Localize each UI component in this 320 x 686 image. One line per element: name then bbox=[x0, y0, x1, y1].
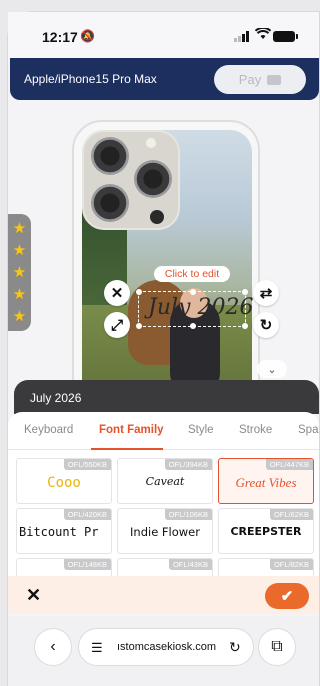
camera-lens bbox=[134, 160, 172, 198]
pay-button[interactable]: Pay bbox=[214, 65, 306, 94]
text-editor-sheet: Keyboard Font Family Style Stroke Spa OF… bbox=[8, 412, 319, 604]
font-sample: Cooo bbox=[47, 475, 81, 491]
browser-toolbar: ‹ ☰ ıstomcasekiosk.com ↻ ⧉ bbox=[8, 616, 319, 686]
cancel-button[interactable]: ✕ bbox=[26, 585, 41, 606]
star-icon: ★ bbox=[12, 242, 27, 260]
font-license: OFL/106KB bbox=[164, 509, 212, 520]
camera-module bbox=[82, 130, 180, 230]
menu-icon[interactable]: ☰ bbox=[91, 640, 103, 656]
wifi-icon bbox=[255, 28, 271, 39]
star-icon: ★ bbox=[12, 220, 27, 238]
text-editor-tabs: Keyboard Font Family Style Stroke Spa bbox=[8, 412, 319, 450]
tab-keyboard[interactable]: Keyboard bbox=[24, 424, 73, 436]
tab-stroke[interactable]: Stroke bbox=[239, 424, 272, 436]
signal-icon bbox=[234, 31, 249, 42]
tab-spacing[interactable]: Spa bbox=[298, 424, 318, 436]
status-bar: 12:17 🔕 bbox=[8, 12, 319, 58]
tab-font-family[interactable]: Font Family bbox=[99, 424, 164, 436]
font-license: OFL/62KB bbox=[269, 509, 313, 520]
rating-side-tab[interactable]: ★ ★ ★ ★ ★ bbox=[8, 214, 31, 331]
click-to-edit-tooltip[interactable]: Click to edit bbox=[154, 266, 230, 282]
collapse-panel-button[interactable]: ⌄ bbox=[257, 360, 287, 378]
rotate-text-button[interactable]: ↻ bbox=[253, 312, 279, 338]
url-text: ıstomcasekiosk.com bbox=[117, 641, 217, 653]
font-option[interactable]: OFL/394KB Caveat bbox=[117, 458, 213, 504]
tab-style[interactable]: Style bbox=[188, 424, 214, 436]
camera-lens bbox=[91, 184, 129, 222]
font-option[interactable]: OFL/420KB Bitcount Pr bbox=[16, 508, 112, 554]
font-option[interactable]: OFL/62KB CREEPSTER bbox=[218, 508, 314, 554]
app-header: Apple/iPhone15 Pro Max Pay bbox=[10, 58, 319, 100]
wallet-icon bbox=[267, 74, 282, 85]
font-license: OFL/43KB bbox=[168, 559, 212, 570]
current-text-bar: July 2026 bbox=[14, 380, 319, 414]
selection-handle[interactable] bbox=[190, 323, 196, 329]
delete-text-button[interactable]: ✕ bbox=[104, 280, 130, 306]
pay-label: Pay bbox=[238, 72, 262, 87]
font-option[interactable]: OFL/106KB Indie Flower bbox=[117, 508, 213, 554]
address-bar[interactable]: ☰ ıstomcasekiosk.com ↻ bbox=[78, 628, 254, 666]
back-button[interactable]: ‹ bbox=[34, 628, 72, 666]
active-tab-indicator bbox=[91, 448, 163, 450]
close-icon: ✕ bbox=[26, 585, 42, 605]
camera-flash bbox=[146, 138, 156, 148]
battery-icon bbox=[273, 31, 298, 42]
font-license: OFL/420KB bbox=[63, 509, 111, 520]
check-icon: ✔ bbox=[280, 588, 294, 605]
font-license: OFL/148KB bbox=[63, 559, 111, 570]
font-sample: CREEPSTER bbox=[230, 525, 302, 538]
rotate-icon: ↻ bbox=[259, 317, 273, 334]
selection-handle[interactable] bbox=[242, 323, 248, 329]
tabs-icon: ⧉ bbox=[271, 638, 283, 655]
font-license: OFL/447KB bbox=[265, 459, 313, 470]
selection-handle[interactable] bbox=[136, 289, 142, 295]
star-icon: ★ bbox=[12, 307, 27, 325]
status-time: 12:17 bbox=[42, 29, 78, 45]
selection-handle[interactable] bbox=[136, 323, 142, 329]
font-sample: Bitcount Pr bbox=[19, 525, 99, 539]
font-option-selected[interactable]: OFL/447KB Great Vibes bbox=[218, 458, 314, 504]
confirm-button[interactable]: ✔ bbox=[265, 583, 309, 609]
close-icon: ✕ bbox=[110, 285, 124, 302]
font-sample: Indie Flower bbox=[130, 525, 200, 539]
font-option[interactable]: OFL/550KB Cooo bbox=[16, 458, 112, 504]
font-license: OFL/394KB bbox=[164, 459, 212, 470]
flip-text-button[interactable]: ⇄ bbox=[253, 280, 279, 306]
camera-sensor bbox=[150, 210, 164, 224]
custom-text-layer[interactable]: July 2026 bbox=[148, 295, 253, 320]
mute-bell-icon: 🔕 bbox=[80, 29, 95, 43]
reload-icon[interactable]: ↻ bbox=[229, 639, 241, 656]
current-text-label: July 2026 bbox=[30, 391, 82, 405]
star-icon: ★ bbox=[12, 263, 27, 281]
font-license: OFL/82KB bbox=[269, 559, 313, 570]
chevron-down-icon: ⌄ bbox=[267, 363, 277, 376]
resize-text-button[interactable]: ⤢ bbox=[104, 312, 130, 338]
device-model-label: Apple/iPhone15 Pro Max bbox=[24, 72, 157, 86]
resize-icon: ⤢ bbox=[110, 316, 123, 334]
font-license: OFL/550KB bbox=[63, 459, 111, 470]
flip-icon: ⇄ bbox=[259, 285, 273, 302]
font-sample: Caveat bbox=[145, 475, 185, 488]
star-icon: ★ bbox=[12, 285, 27, 303]
camera-lens bbox=[91, 137, 129, 175]
back-icon: ‹ bbox=[50, 638, 56, 655]
tabs-button[interactable]: ⧉ bbox=[258, 628, 296, 666]
font-sample: Great Vibes bbox=[235, 475, 297, 490]
